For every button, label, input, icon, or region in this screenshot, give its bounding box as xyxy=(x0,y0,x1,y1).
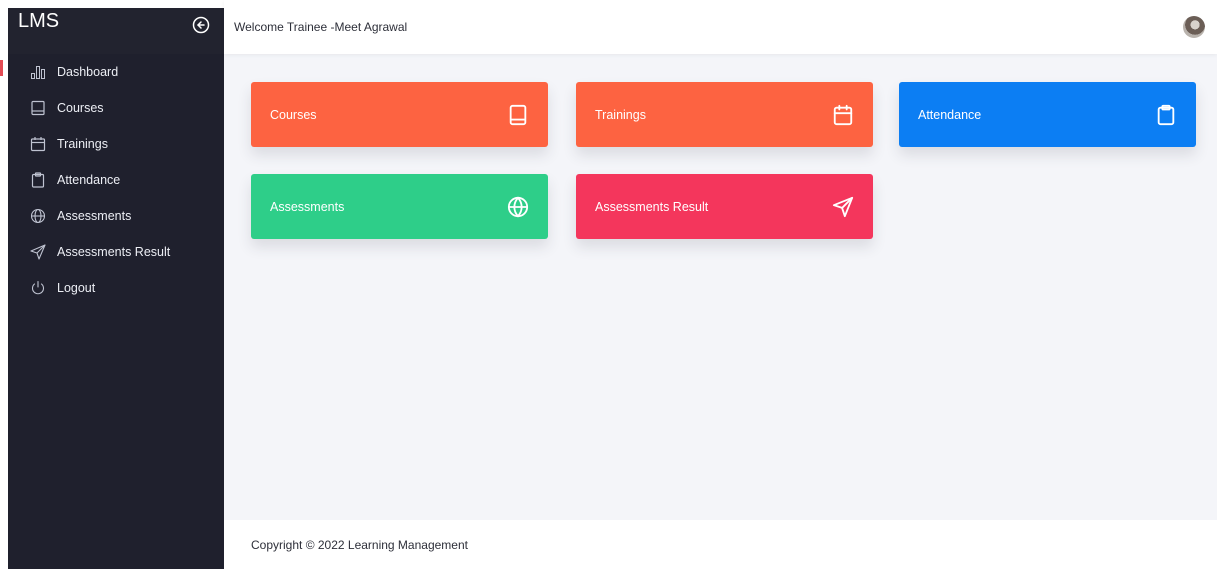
globe-icon xyxy=(30,208,46,224)
sidebar-item-assessments-result[interactable]: Assessments Result xyxy=(8,234,224,270)
assessments-card[interactable]: Assessments xyxy=(251,174,548,239)
sidebar-item-courses[interactable]: Courses xyxy=(8,90,224,126)
dashboard-main: Courses Trainings Attendance Assessments… xyxy=(224,54,1217,520)
sidebar-item-trainings[interactable]: Trainings xyxy=(8,126,224,162)
book-icon xyxy=(30,100,46,116)
clipboard-icon xyxy=(1155,104,1177,126)
card-label: Courses xyxy=(270,107,317,122)
send-icon xyxy=(30,244,46,260)
top-header: Welcome Trainee -Meet Agrawal xyxy=(224,0,1217,54)
bar-chart-icon xyxy=(30,64,46,80)
courses-card[interactable]: Courses xyxy=(251,82,548,147)
calendar-icon xyxy=(832,104,854,126)
sidebar-item-label: Attendance xyxy=(57,173,121,187)
sidebar-item-logout[interactable]: Logout xyxy=(8,270,224,306)
clipboard-icon xyxy=(30,172,46,188)
card-label: Trainings xyxy=(595,107,646,122)
power-icon xyxy=(30,280,46,296)
book-icon xyxy=(507,104,529,126)
sidebar-brand: LMS xyxy=(8,8,224,54)
avatar[interactable] xyxy=(1183,16,1205,38)
trainings-card[interactable]: Trainings xyxy=(576,82,873,147)
card-label: Attendance xyxy=(918,107,982,122)
app-shell: LMS Dashboard Courses Trainings Attendan… xyxy=(0,0,1217,569)
sidebar-item-label: Trainings xyxy=(57,137,108,151)
sidebar-item-label: Courses xyxy=(57,101,104,115)
sidebar-item-assessments[interactable]: Assessments xyxy=(8,198,224,234)
card-label: Assessments Result xyxy=(595,199,709,214)
sidebar-item-attendance[interactable]: Attendance xyxy=(8,162,224,198)
sidebar-item-label: Assessments Result xyxy=(57,245,171,259)
send-icon xyxy=(832,196,854,218)
attendance-card[interactable]: Attendance xyxy=(899,82,1196,147)
globe-icon xyxy=(507,195,529,218)
calendar-icon xyxy=(30,136,46,152)
brand-title: LMS xyxy=(18,10,60,32)
card-label: Assessments xyxy=(270,199,345,214)
sidebar-item-label: Dashboard xyxy=(57,65,119,79)
page-footer: Copyright © 2022 Learning Management xyxy=(224,520,1217,569)
copyright-text: Copyright © 2022 Learning Management xyxy=(251,537,468,552)
sidebar-nav: Dashboard Courses Trainings Attendance A… xyxy=(0,54,224,306)
welcome-text: Welcome Trainee -Meet Agrawal xyxy=(234,20,408,34)
sidebar-item-dashboard[interactable]: Dashboard xyxy=(0,54,224,90)
arrow-left-circle-icon[interactable] xyxy=(192,16,210,34)
sidebar-item-label: Logout xyxy=(57,281,96,295)
sidebar: LMS Dashboard Courses Trainings Attendan… xyxy=(0,8,224,569)
assessments-result-card[interactable]: Assessments Result xyxy=(576,174,873,239)
sidebar-item-label: Assessments xyxy=(57,209,132,223)
